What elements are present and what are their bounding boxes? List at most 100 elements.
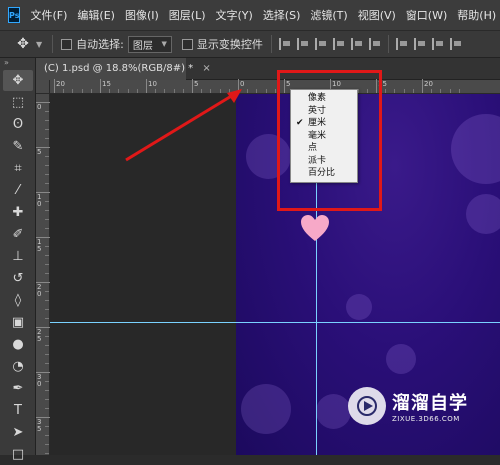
- horizontal-ruler[interactable]: 20 15 10 5 0 5 10 15 20: [50, 79, 500, 94]
- show-transform-checkbox[interactable]: [181, 38, 193, 50]
- ruler-minor-tick: [45, 345, 49, 346]
- menu-type[interactable]: 文字(Y): [216, 7, 253, 23]
- ruler-minor-tick: [45, 219, 49, 220]
- ruler-minor-tick: [440, 89, 442, 93]
- ruler-tick-label: 35: [37, 418, 42, 433]
- eyedropper-tool-icon[interactable]: ⁄: [3, 180, 33, 201]
- align-right-icon[interactable]: [368, 38, 381, 50]
- bokeh-light: [316, 394, 351, 429]
- move-tool-preset-icon[interactable]: ✥: [10, 36, 36, 52]
- align-hcenter-icon[interactable]: [350, 38, 363, 50]
- photoshop-logo-icon[interactable]: Ps: [8, 7, 21, 23]
- ruler-minor-tick: [109, 89, 111, 93]
- ruler-origin[interactable]: [36, 80, 50, 94]
- menu-window[interactable]: 窗口(W): [406, 7, 447, 23]
- menu-filter[interactable]: 滤镜(T): [310, 7, 347, 23]
- ruler-tick-label: 5: [37, 148, 42, 156]
- ruler-tick-label: 15: [102, 80, 111, 88]
- close-icon[interactable]: ×: [202, 63, 210, 74]
- horizontal-guide[interactable]: [50, 322, 500, 323]
- ruler-minor-tick: [72, 89, 74, 93]
- document-tab[interactable]: (C) 1.psd @ 18.8%(RGB/8#) * ×: [36, 58, 211, 80]
- menu-view[interactable]: 视图(V): [358, 7, 396, 23]
- ruler-minor-tick: [90, 89, 92, 93]
- ruler-minor-tick: [45, 165, 49, 166]
- ruler-tick-label: 20: [56, 80, 65, 88]
- ruler-minor-tick: [45, 309, 49, 310]
- eraser-tool-icon[interactable]: ◊: [3, 290, 33, 311]
- ruler-minor-tick: [45, 426, 49, 427]
- blur-tool-icon[interactable]: ●: [3, 334, 33, 355]
- ruler-minor-tick: [45, 183, 49, 184]
- ruler-minor-tick: [45, 381, 49, 382]
- chevron-down-icon[interactable]: ▼: [36, 40, 42, 49]
- dodge-tool-icon[interactable]: ◔: [3, 356, 33, 377]
- ruler-minor-tick: [45, 129, 49, 130]
- vertical-ruler[interactable]: 0 5 10 15 20 25 30 35: [36, 94, 50, 455]
- ruler-major-tick: [54, 79, 55, 93]
- menu-help[interactable]: 帮助(H): [457, 7, 496, 23]
- ruler-minor-tick: [45, 201, 49, 202]
- ruler-minor-tick: [458, 89, 460, 93]
- watermark: 溜溜自学 ZIXUE.3D66.COM: [348, 378, 478, 433]
- panel-collapse-icon[interactable]: »: [0, 58, 35, 70]
- healing-brush-tool-icon[interactable]: ✚: [3, 202, 33, 223]
- watermark-title: 溜溜自学: [392, 392, 468, 414]
- ruler-minor-tick: [45, 300, 49, 301]
- menu-file[interactable]: 文件(F): [30, 7, 67, 23]
- ruler-minor-tick: [45, 174, 49, 175]
- ruler-minor-tick: [274, 89, 276, 93]
- chevron-down-icon: ▼: [161, 40, 167, 48]
- bokeh-light: [346, 294, 372, 320]
- align-bottom-icon[interactable]: [314, 38, 327, 50]
- ruler-minor-tick: [412, 89, 414, 93]
- ruler-minor-tick: [45, 390, 49, 391]
- ruler-minor-tick: [45, 111, 49, 112]
- lasso-tool-icon[interactable]: ʘ: [3, 114, 33, 135]
- ruler-tick-label: 15: [37, 238, 42, 253]
- crop-tool-icon[interactable]: ⌗: [3, 158, 33, 179]
- play-logo-icon: [348, 386, 386, 425]
- move-tool-icon[interactable]: ✥: [3, 70, 33, 91]
- divider: [387, 35, 389, 53]
- auto-select-value: 图层: [132, 40, 153, 52]
- ruler-tick-label: 0: [37, 103, 42, 111]
- ruler-tick-label: 30: [37, 373, 42, 388]
- distribute-left-icon[interactable]: [449, 38, 462, 50]
- type-tool-icon[interactable]: T: [3, 400, 33, 421]
- ruler-minor-tick: [265, 89, 267, 93]
- history-brush-tool-icon[interactable]: ↺: [3, 268, 33, 289]
- menu-image[interactable]: 图像(I): [125, 7, 159, 23]
- gradient-tool-icon[interactable]: ▣: [3, 312, 33, 333]
- ruler-minor-tick: [45, 273, 49, 274]
- distribute-bottom-icon[interactable]: [431, 38, 444, 50]
- auto-select-checkbox[interactable]: [61, 38, 73, 50]
- auto-select-dropdown[interactable]: 图层 ▼: [127, 35, 172, 53]
- auto-select-label: 自动选择:: [76, 38, 124, 51]
- clone-stamp-tool-icon[interactable]: ⊥: [3, 246, 33, 267]
- pen-tool-icon[interactable]: ✒: [3, 378, 33, 399]
- path-select-tool-icon[interactable]: ➤: [3, 422, 33, 443]
- ruler-minor-tick: [403, 89, 405, 93]
- ruler-minor-tick: [45, 435, 49, 436]
- menu-select[interactable]: 选择(S): [263, 7, 301, 23]
- distribute-vcenter-icon[interactable]: [413, 38, 426, 50]
- distribute-top-icon[interactable]: [395, 38, 408, 50]
- ruler-major-tick: [422, 79, 423, 93]
- bokeh-light: [241, 384, 291, 434]
- ruler-minor-tick: [45, 255, 49, 256]
- menu-layer[interactable]: 图层(L): [169, 7, 206, 23]
- heart-icon: [301, 215, 329, 241]
- menu-edit[interactable]: 编辑(E): [77, 7, 115, 23]
- annotation-arrow: [125, 89, 242, 162]
- align-left-icon[interactable]: [332, 38, 345, 50]
- ruler-minor-tick: [394, 89, 396, 93]
- quick-select-tool-icon[interactable]: ✎: [3, 136, 33, 157]
- brush-tool-icon[interactable]: ✐: [3, 224, 33, 245]
- ruler-minor-tick: [45, 363, 49, 364]
- align-vcenter-icon[interactable]: [296, 38, 309, 50]
- ruler-minor-tick: [45, 354, 49, 355]
- marquee-tool-icon[interactable]: ⬚: [3, 92, 33, 113]
- ruler-minor-tick: [81, 89, 83, 93]
- align-top-icon[interactable]: [278, 38, 291, 50]
